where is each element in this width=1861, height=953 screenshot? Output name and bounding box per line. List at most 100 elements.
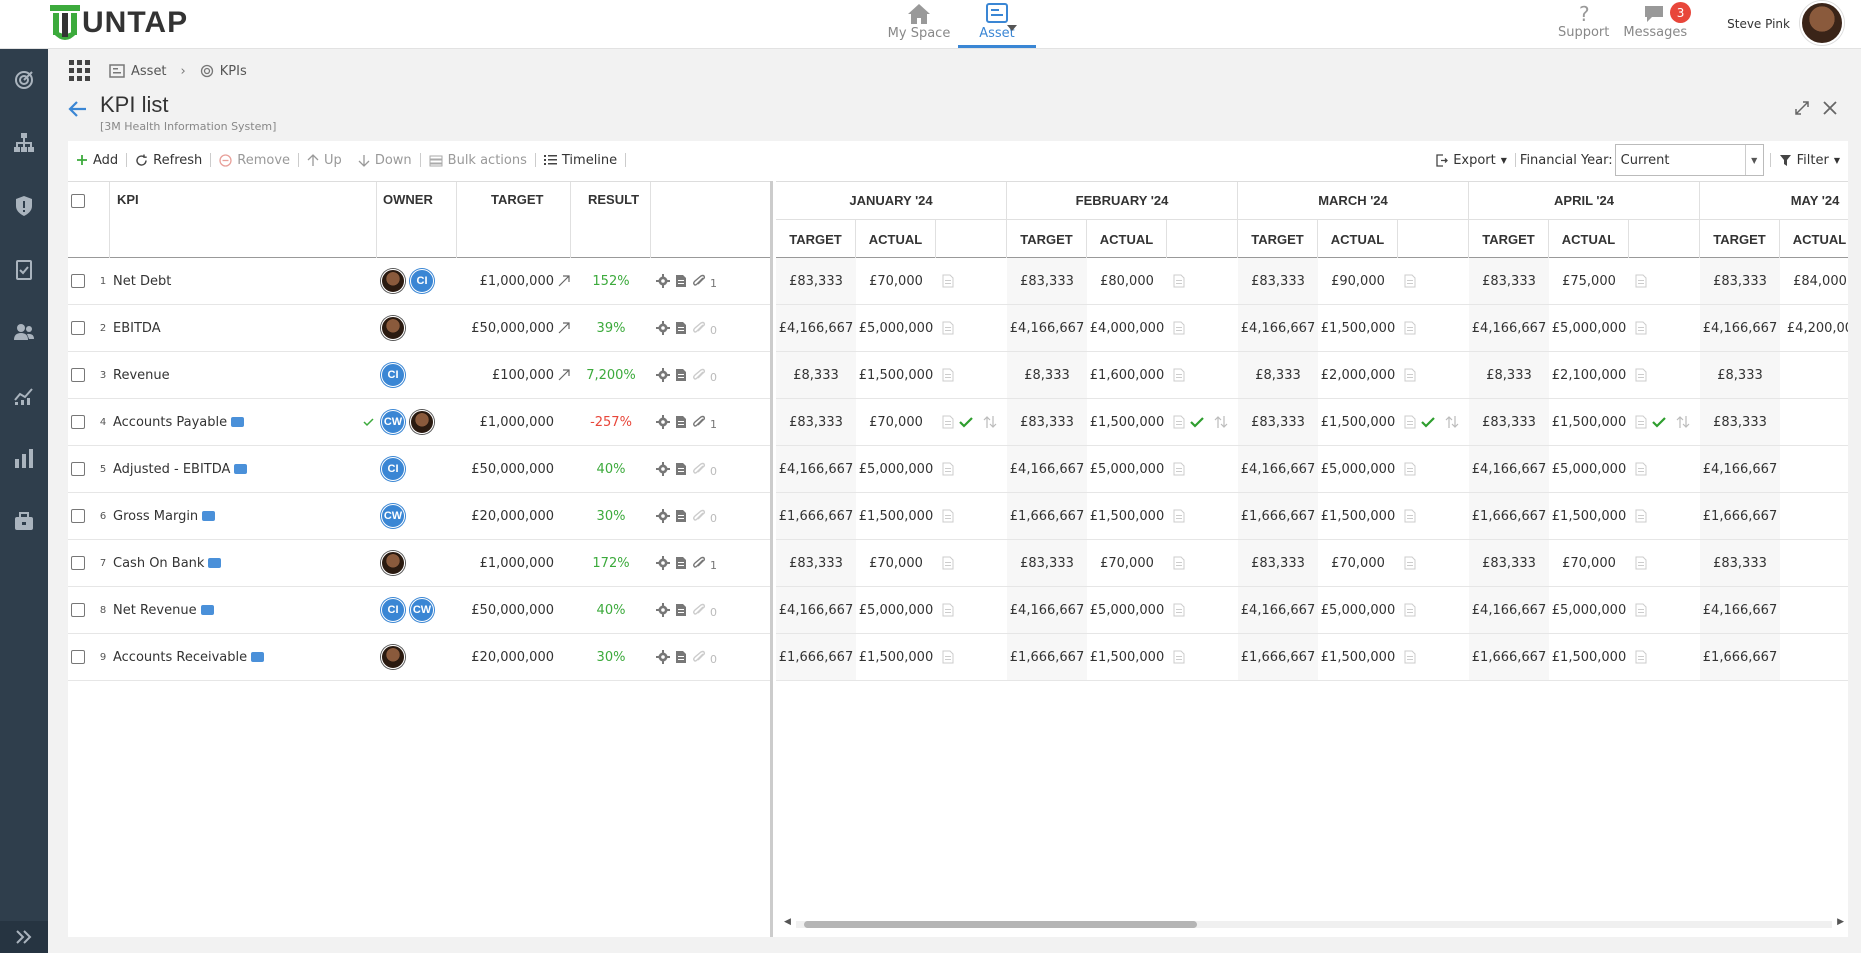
month-target-cell[interactable]: £83,333 (776, 540, 856, 586)
owner-initials[interactable]: CW (381, 504, 405, 528)
sidebar-item-people[interactable] (0, 312, 48, 352)
month-target-cell[interactable]: £1,666,667 (776, 493, 856, 539)
sidebar-item-analytics[interactable] (0, 375, 48, 415)
kpi-row[interactable]: 4 Accounts Payable CW £1,000,000 -257% 1 (68, 399, 770, 446)
month-target-cell[interactable]: £1,666,667 (1007, 493, 1087, 539)
kpi-name[interactable]: Net Revenue (113, 603, 197, 618)
sidebar-item-toolbox[interactable] (0, 501, 48, 541)
breadcrumb-kpis[interactable]: KPIs (200, 64, 247, 79)
month-target-cell[interactable]: £83,333 (1700, 258, 1780, 304)
paperclip-icon[interactable] (692, 321, 706, 335)
month-actual-cell[interactable]: £70,000 (856, 540, 936, 586)
kpi-row[interactable]: 5 Adjusted - EBITDA CI £50,000,000 40% 0 (68, 446, 770, 493)
row-checkbox[interactable] (71, 556, 85, 570)
month-actual-cell[interactable]: £1,600,000 (1087, 352, 1167, 398)
row-checkbox[interactable] (71, 509, 85, 523)
header-target[interactable]: TARGET (457, 182, 571, 258)
document-icon[interactable] (1172, 368, 1186, 382)
month-target-cell[interactable]: £83,333 (1469, 258, 1549, 304)
month-actual-cell[interactable]: £70,000 (856, 258, 936, 304)
month-actual-cell[interactable]: £70,000 (1087, 540, 1167, 586)
month-actual-cell[interactable]: £1,500,000 (856, 634, 936, 680)
month-target-cell[interactable]: £4,166,667 (1007, 446, 1087, 492)
document-icon[interactable] (1172, 603, 1186, 617)
owner-avatar[interactable] (410, 410, 434, 434)
document-icon[interactable] (1172, 650, 1186, 664)
document-icon[interactable] (1634, 321, 1648, 335)
down-button[interactable]: Down (350, 153, 420, 168)
month-target-cell[interactable]: £1,666,667 (1007, 634, 1087, 680)
user-name[interactable]: Steve Pink (1727, 17, 1790, 31)
nav-asset-dropdown-icon[interactable] (1007, 25, 1017, 31)
month-actual-cell[interactable]: £1,500,000 (856, 493, 936, 539)
kpi-name-cell[interactable]: Cash On Bank (113, 540, 377, 586)
support-button[interactable]: ? Support (1558, 0, 1609, 40)
month-actual-cell[interactable]: £1,500,000 (1087, 399, 1167, 445)
month-actual-cell[interactable]: £5,000,000 (1549, 587, 1629, 633)
month-target-cell[interactable]: £83,333 (776, 258, 856, 304)
gear-icon[interactable] (656, 368, 670, 382)
kpi-row[interactable]: 6 Gross Margin CW £20,000,000 30% 0 (68, 493, 770, 540)
month-actual-cell[interactable] (1780, 399, 1848, 445)
month-target-cell[interactable]: £83,333 (1238, 540, 1318, 586)
month-target-cell[interactable]: £1,666,667 (1469, 493, 1549, 539)
gear-icon[interactable] (656, 415, 670, 429)
messages-button[interactable]: Messages 3 (1623, 0, 1692, 40)
document-icon[interactable] (1403, 274, 1417, 288)
document-icon[interactable] (1172, 462, 1186, 476)
month-actual-cell[interactable]: £1,500,000 (1549, 399, 1629, 445)
month-target-cell[interactable]: £4,166,667 (1007, 305, 1087, 351)
close-icon[interactable] (1822, 100, 1838, 116)
month-actual-cell[interactable] (1780, 634, 1848, 680)
month-target-cell[interactable]: £4,166,667 (1469, 446, 1549, 492)
nav-asset[interactable]: Asset (958, 0, 1036, 48)
month-target-cell[interactable]: £4,166,667 (1700, 305, 1780, 351)
remove-button[interactable]: Remove (211, 153, 298, 168)
sidebar-item-target[interactable] (0, 60, 48, 100)
horizontal-scrollbar[interactable]: ◀ ▶ (784, 917, 1844, 931)
document-icon[interactable] (674, 556, 688, 570)
month-target-cell[interactable]: £1,666,667 (1700, 493, 1780, 539)
document-icon[interactable] (1172, 509, 1186, 523)
kpi-row[interactable]: 1 Net Debt CI £1,000,000 152% 1 (68, 258, 770, 305)
document-icon[interactable] (674, 509, 688, 523)
untap-logo[interactable]: UNTAP (50, 3, 188, 43)
user-avatar[interactable] (1800, 1, 1844, 45)
month-target-cell[interactable]: £4,166,667 (1469, 305, 1549, 351)
gear-icon[interactable] (656, 650, 670, 664)
month-actual-cell[interactable] (1780, 493, 1848, 539)
sort-icon[interactable] (983, 415, 997, 429)
owner-avatar[interactable] (381, 316, 405, 340)
add-button[interactable]: Add (68, 153, 126, 168)
document-icon[interactable] (941, 603, 955, 617)
month-actual-cell[interactable]: £1,500,000 (1549, 493, 1629, 539)
kpi-name[interactable]: Accounts Payable (113, 415, 227, 430)
sort-icon[interactable] (1676, 415, 1690, 429)
month-target-cell[interactable]: £4,166,667 (1238, 305, 1318, 351)
month-actual-cell[interactable]: £4,200,00 (1780, 305, 1848, 351)
kpi-name[interactable]: EBITDA (113, 321, 161, 336)
month-target-cell[interactable]: £4,166,667 (776, 446, 856, 492)
month-actual-cell[interactable]: £2,100,000 (1549, 352, 1629, 398)
month-target-cell[interactable]: £83,333 (1007, 399, 1087, 445)
month-target-cell[interactable]: £83,333 (1469, 399, 1549, 445)
month-target-cell[interactable]: £8,333 (776, 352, 856, 398)
back-arrow-icon[interactable] (68, 100, 88, 118)
month-target-cell[interactable]: £83,333 (1700, 540, 1780, 586)
owner-avatar[interactable] (381, 269, 405, 293)
month-target-cell[interactable]: £1,666,667 (1700, 634, 1780, 680)
month-target-cell[interactable]: £83,333 (1700, 399, 1780, 445)
document-icon[interactable] (941, 321, 955, 335)
owner-initials[interactable]: CI (381, 363, 405, 387)
month-actual-cell[interactable]: £5,000,000 (1318, 587, 1398, 633)
month-actual-cell[interactable]: £70,000 (1549, 540, 1629, 586)
kpi-name-cell[interactable]: Gross Margin (113, 493, 377, 539)
header-result[interactable]: RESULT (571, 182, 651, 258)
gear-icon[interactable] (656, 462, 670, 476)
month-actual-cell[interactable]: £90,000 (1318, 258, 1398, 304)
document-icon[interactable] (1634, 650, 1648, 664)
document-icon[interactable] (674, 368, 688, 382)
kpi-row[interactable]: 2 EBITDA £50,000,000 39% 0 (68, 305, 770, 352)
sidebar-item-reports[interactable] (0, 438, 48, 478)
document-icon[interactable] (941, 462, 955, 476)
